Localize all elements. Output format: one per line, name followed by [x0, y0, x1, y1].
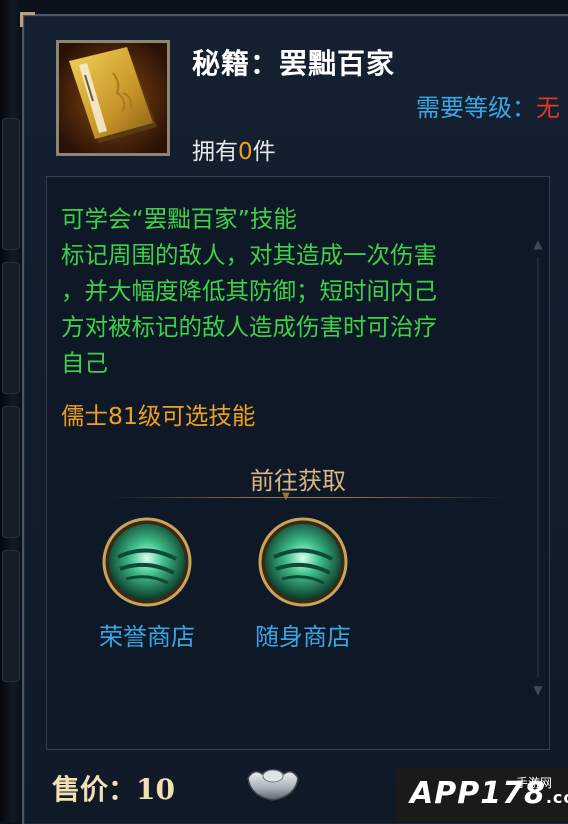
description-box[interactable]: 可学会“罢黜百家”技能 标记周围的敌人，对其造成一次伤害 ，并大幅度降低其防御；… — [46, 176, 550, 750]
caret-down-icon: ▼ — [282, 491, 290, 502]
shop-portable[interactable]: 随身商店 — [243, 517, 363, 652]
description-line: 可学会“罢黜百家”技能 — [61, 205, 297, 233]
watermark: APP178.com 手游网 — [396, 768, 568, 822]
skill-description: 可学会“罢黜百家”技能 标记周围的敌人，对其造成一次伤害 ，并大幅度降低其防御；… — [61, 201, 531, 381]
panel-corner-ornament — [20, 12, 35, 27]
green-vortex-icon — [102, 517, 192, 607]
green-vortex-icon — [258, 517, 348, 607]
game-background-strip — [0, 0, 22, 822]
description-line: 方对被标记的敌人造成伤害时可治疗 — [61, 313, 437, 341]
item-icon-skill-book — [56, 40, 170, 156]
divider — [107, 497, 507, 498]
required-level: 需要等级：无 — [416, 88, 560, 123]
shop-honor-label: 荣誉商店 — [99, 623, 195, 651]
shop-honor[interactable]: 荣誉商店 — [87, 517, 207, 652]
background-slot — [2, 550, 20, 682]
scroll-track[interactable] — [537, 257, 539, 677]
background-slot — [2, 406, 20, 538]
description-line: ，并大幅度降低其防御；短时间内己 — [61, 277, 437, 305]
silver-ingot-icon — [247, 769, 299, 801]
description-line: 自己 — [61, 349, 108, 377]
owned-suffix: 件 — [252, 139, 276, 165]
item-tooltip-panel: 秘籍：罢黜百家 需要等级：无 拥有0件 可学会“罢黜百家”技能 标记周围的敌人，… — [20, 12, 568, 824]
goto-acquire-heading: 前往获取 — [250, 467, 346, 495]
required-level-value: 无 — [536, 94, 560, 122]
sell-price: 售价：10 — [52, 768, 175, 808]
owned-prefix: 拥有 — [192, 139, 238, 165]
background-slot — [2, 118, 20, 250]
scroll-up-icon[interactable]: ▲ — [533, 237, 543, 251]
skill-book-icon — [59, 43, 167, 153]
owned-count-row: 拥有0件 — [192, 132, 276, 166]
class-requirement-note: 儒士81级可选技能 — [61, 402, 256, 430]
watermark-sub: 手游网 — [516, 776, 553, 790]
description-line: 标记周围的敌人，对其造成一次伤害 — [61, 241, 437, 269]
sell-price-value: 10 — [136, 773, 175, 806]
background-slot — [2, 262, 20, 394]
owned-count: 0 — [238, 139, 253, 165]
sell-price-label: 售价： — [52, 773, 137, 806]
item-title: 秘籍：罢黜百家 — [192, 47, 396, 80]
required-level-label: 需要等级： — [416, 94, 536, 122]
description-scrollbar[interactable]: ▲ ▼ — [533, 237, 543, 697]
scroll-down-icon[interactable]: ▼ — [533, 683, 543, 697]
shop-portable-label: 随身商店 — [255, 623, 351, 651]
